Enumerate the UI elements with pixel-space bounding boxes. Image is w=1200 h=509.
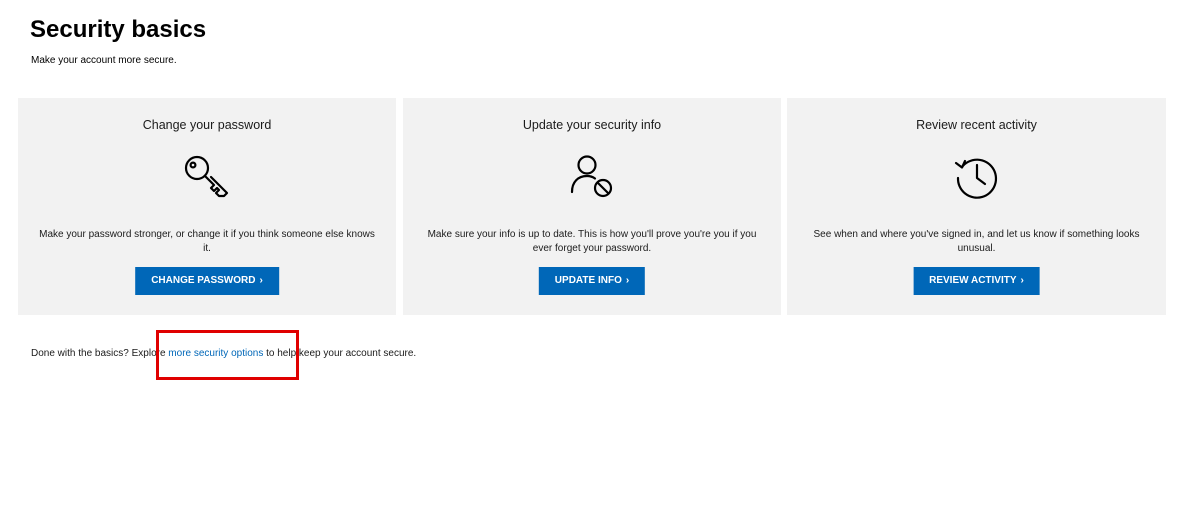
change-password-button[interactable]: CHANGE PASSWORD › xyxy=(135,267,279,295)
button-label: UPDATE INFO xyxy=(554,275,622,286)
card-description: See when and where you've signed in, and… xyxy=(813,229,1140,254)
highlight-annotation-box xyxy=(156,330,299,380)
update-info-button[interactable]: UPDATE INFO › xyxy=(538,267,646,295)
update-security-info-card: Update your security info Make sure your… xyxy=(403,98,781,315)
chevron-right-icon: › xyxy=(259,275,263,286)
key-icon xyxy=(182,152,232,202)
card-title: Change your password xyxy=(142,118,272,132)
review-recent-activity-card: Review recent activity See when and wher… xyxy=(787,98,1166,315)
user-blocked-icon xyxy=(567,152,617,202)
security-basics-page: Security basics Make your account more s… xyxy=(0,0,1200,509)
chevron-right-icon: › xyxy=(625,275,630,286)
page-title: Security basics xyxy=(30,16,207,43)
button-label: CHANGE PASSWORD xyxy=(151,275,256,286)
change-password-card: Change your password Make your password … xyxy=(18,98,396,315)
card-description: Make sure your info is up to date. This … xyxy=(427,229,757,254)
chevron-right-icon: › xyxy=(1020,275,1024,286)
security-cards: Change your password Make your password … xyxy=(18,98,1166,315)
card-description: Make your password stronger, or change i… xyxy=(39,229,375,254)
page-subtitle: Make your account more secure. xyxy=(31,55,177,66)
review-activity-button[interactable]: REVIEW ACTIVITY › xyxy=(913,267,1040,295)
card-title: Update your security info xyxy=(522,118,662,132)
card-title: Review recent activity xyxy=(916,118,1037,132)
footer-prefix: Done with the basics? Explore xyxy=(31,348,169,359)
button-label: REVIEW ACTIVITY xyxy=(929,275,1017,286)
history-clock-icon xyxy=(952,152,1002,202)
